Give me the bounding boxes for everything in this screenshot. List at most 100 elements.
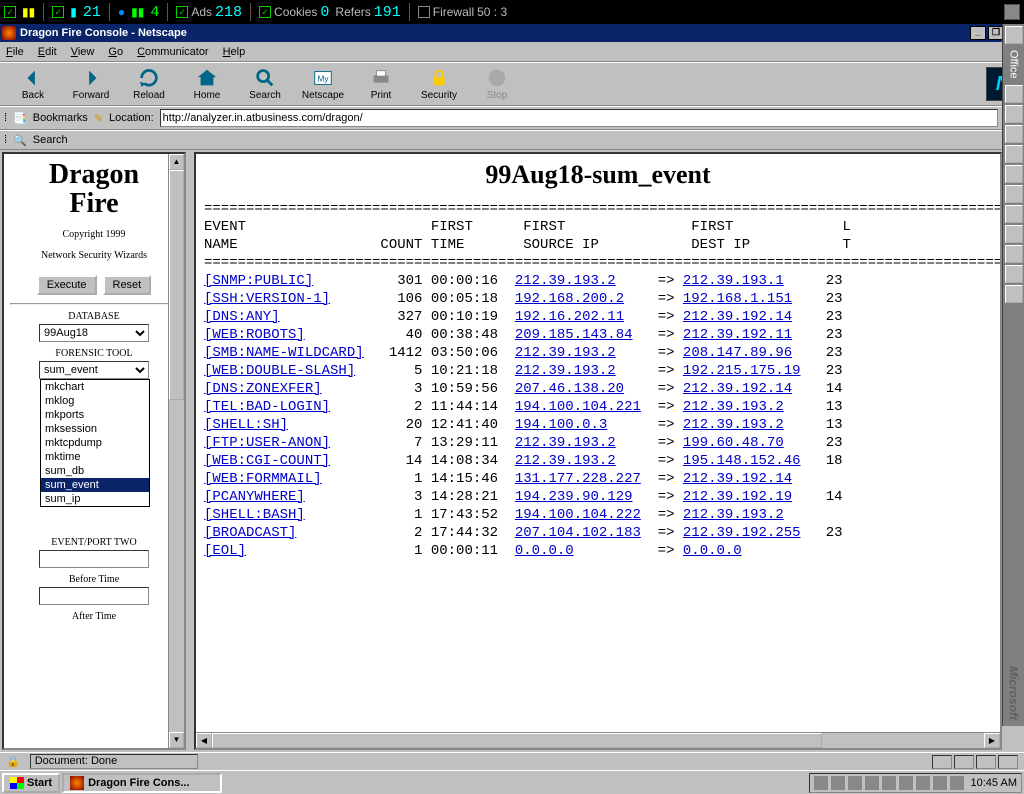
tray-icon-6[interactable] xyxy=(899,776,913,790)
back-button[interactable]: Back xyxy=(6,67,60,101)
trash-icon[interactable] xyxy=(1004,4,1020,20)
source-ip-link[interactable]: 212.39.193.2 xyxy=(515,273,616,289)
office-btn-11[interactable] xyxy=(1005,285,1023,303)
event-link[interactable]: [DNS:ZONEXFER] xyxy=(204,381,322,397)
dest-ip-link[interactable]: 208.147.89.96 xyxy=(683,345,792,361)
forensic-tool-select[interactable]: sum_event xyxy=(39,361,149,379)
tray-icon-1[interactable] xyxy=(814,776,828,790)
dest-ip-link[interactable]: 212.39.192.14 xyxy=(683,309,792,325)
tray-icon-2[interactable] xyxy=(831,776,845,790)
dropdown-item-sum_db[interactable]: sum_db xyxy=(41,464,149,478)
source-ip-link[interactable]: 131.177.228.227 xyxy=(515,471,641,487)
event-link[interactable]: [SMB:NAME-WILDCARD] xyxy=(204,345,364,361)
dest-ip-link[interactable]: 192.215.175.19 xyxy=(683,363,801,379)
tray-icon-9[interactable] xyxy=(950,776,964,790)
tray-icon-8[interactable] xyxy=(933,776,947,790)
event-link[interactable]: [WEB:ROBOTS] xyxy=(204,327,305,343)
component-icon-1[interactable] xyxy=(932,755,952,769)
source-ip-link[interactable]: 194.100.104.221 xyxy=(515,399,641,415)
office-btn-1[interactable] xyxy=(1005,85,1023,103)
execute-button[interactable]: Execute xyxy=(37,275,97,295)
dropdown-item-mktcpdump[interactable]: mktcpdump xyxy=(41,436,149,450)
dropdown-item-mksession[interactable]: mksession xyxy=(41,422,149,436)
source-ip-link[interactable]: 209.185.143.84 xyxy=(515,327,633,343)
source-ip-link[interactable]: 212.39.193.2 xyxy=(515,363,616,379)
office-launcher-icon[interactable] xyxy=(1005,26,1023,44)
minimize-button[interactable]: _ xyxy=(970,26,986,40)
dest-ip-link[interactable]: 212.39.193.2 xyxy=(683,417,784,433)
office-btn-4[interactable] xyxy=(1005,145,1023,163)
drag-handle-icon[interactable]: ⁞ xyxy=(4,112,7,124)
sys-check-2[interactable]: ✓ xyxy=(52,6,64,18)
sys-check-1[interactable]: ✓ xyxy=(4,6,16,18)
office-btn-10[interactable] xyxy=(1005,265,1023,283)
source-ip-link[interactable]: 192.168.200.2 xyxy=(515,291,624,307)
dropdown-item-mkchart[interactable]: mkchart xyxy=(41,380,149,394)
menu-view[interactable]: View xyxy=(71,46,95,58)
eventport-input[interactable] xyxy=(39,550,149,568)
reload-button[interactable]: Reload xyxy=(122,67,176,101)
forensic-tool-dropdown[interactable]: mkchartmklogmkportsmksessionmktcpdumpmkt… xyxy=(40,379,150,507)
before-time-input[interactable] xyxy=(39,587,149,605)
dest-ip-link[interactable]: 195.148.152.46 xyxy=(683,453,801,469)
event-link[interactable]: [WEB:CGI-COUNT] xyxy=(204,453,330,469)
office-btn-3[interactable] xyxy=(1005,125,1023,143)
dropdown-item-mklog[interactable]: mklog xyxy=(41,394,149,408)
dest-ip-link[interactable]: 212.39.192.14 xyxy=(683,381,792,397)
search-tab[interactable]: Search xyxy=(33,134,68,146)
taskbar-item-dragonfire[interactable]: Dragon Fire Cons... xyxy=(62,773,222,793)
office-btn-7[interactable] xyxy=(1005,205,1023,223)
source-ip-link[interactable]: 207.46.138.20 xyxy=(515,381,624,397)
sidebar-scrollbar[interactable]: ▲ ▼ xyxy=(168,154,184,748)
office-shortcut-bar[interactable]: Office Microsoft xyxy=(1002,24,1024,726)
source-ip-link[interactable]: 212.39.193.2 xyxy=(515,435,616,451)
office-btn-6[interactable] xyxy=(1005,185,1023,203)
security-button[interactable]: Security xyxy=(412,67,466,101)
event-link[interactable]: [SHELL:SH] xyxy=(204,417,288,433)
dest-ip-link[interactable]: 212.39.192.19 xyxy=(683,489,792,505)
home-button[interactable]: Home xyxy=(180,67,234,101)
tray-icon-7[interactable] xyxy=(916,776,930,790)
event-link[interactable]: [EOL] xyxy=(204,543,246,559)
h-scroll-thumb[interactable] xyxy=(212,733,822,748)
source-ip-link[interactable]: 194.100.0.3 xyxy=(515,417,607,433)
tray-icon-4[interactable] xyxy=(865,776,879,790)
event-link[interactable]: [PCANYWHERE] xyxy=(204,489,305,505)
dest-ip-link[interactable]: 192.168.1.151 xyxy=(683,291,792,307)
source-ip-link[interactable]: 194.239.90.129 xyxy=(515,489,633,505)
component-icon-2[interactable] xyxy=(954,755,974,769)
dropdown-item-mktime[interactable]: mktime xyxy=(41,450,149,464)
ads-check[interactable]: ✓ xyxy=(176,6,188,18)
menu-edit[interactable]: Edit xyxy=(38,46,57,58)
event-link[interactable]: [WEB:FORMMAIL] xyxy=(204,471,322,487)
dest-ip-link[interactable]: 212.39.193.2 xyxy=(683,399,784,415)
source-ip-link[interactable]: 192.16.202.11 xyxy=(515,309,624,325)
office-btn-2[interactable] xyxy=(1005,105,1023,123)
scroll-up-icon[interactable]: ▲ xyxy=(169,154,184,170)
event-link[interactable]: [TEL:BAD-LOGIN] xyxy=(204,399,330,415)
dropdown-item-sum_ip[interactable]: sum_ip xyxy=(41,492,149,506)
dest-ip-link[interactable]: 212.39.192.11 xyxy=(683,327,792,343)
drag-handle-icon-2[interactable]: ⁞ xyxy=(4,134,7,146)
cookies-check[interactable]: ✓ xyxy=(259,6,271,18)
dest-ip-link[interactable]: 199.60.48.70 xyxy=(683,435,784,451)
office-btn-9[interactable] xyxy=(1005,245,1023,263)
firewall-check[interactable] xyxy=(418,6,430,18)
menu-communicator[interactable]: Communicator xyxy=(137,46,209,58)
dest-ip-link[interactable]: 212.39.192.14 xyxy=(683,471,792,487)
netscape-button[interactable]: MyNetscape xyxy=(296,67,350,101)
security-lock-icon[interactable]: 🔒 xyxy=(6,755,20,768)
source-ip-link[interactable]: 194.100.104.222 xyxy=(515,507,641,523)
office-btn-5[interactable] xyxy=(1005,165,1023,183)
scroll-left-icon[interactable]: ◀ xyxy=(196,733,212,748)
tray-icon-3[interactable] xyxy=(848,776,862,790)
menu-help[interactable]: Help xyxy=(223,46,246,58)
event-link[interactable]: [WEB:DOUBLE-SLASH] xyxy=(204,363,355,379)
bookmarks-icon[interactable]: 📑 xyxy=(13,112,27,125)
component-icon-3[interactable] xyxy=(976,755,996,769)
source-ip-link[interactable]: 212.39.193.2 xyxy=(515,345,616,361)
source-ip-link[interactable]: 207.104.102.183 xyxy=(515,525,641,541)
main-h-scrollbar[interactable]: ◀ ▶ xyxy=(196,732,1000,748)
event-link[interactable]: [SSH:VERSION-1] xyxy=(204,291,330,307)
event-link[interactable]: [DNS:ANY] xyxy=(204,309,280,325)
